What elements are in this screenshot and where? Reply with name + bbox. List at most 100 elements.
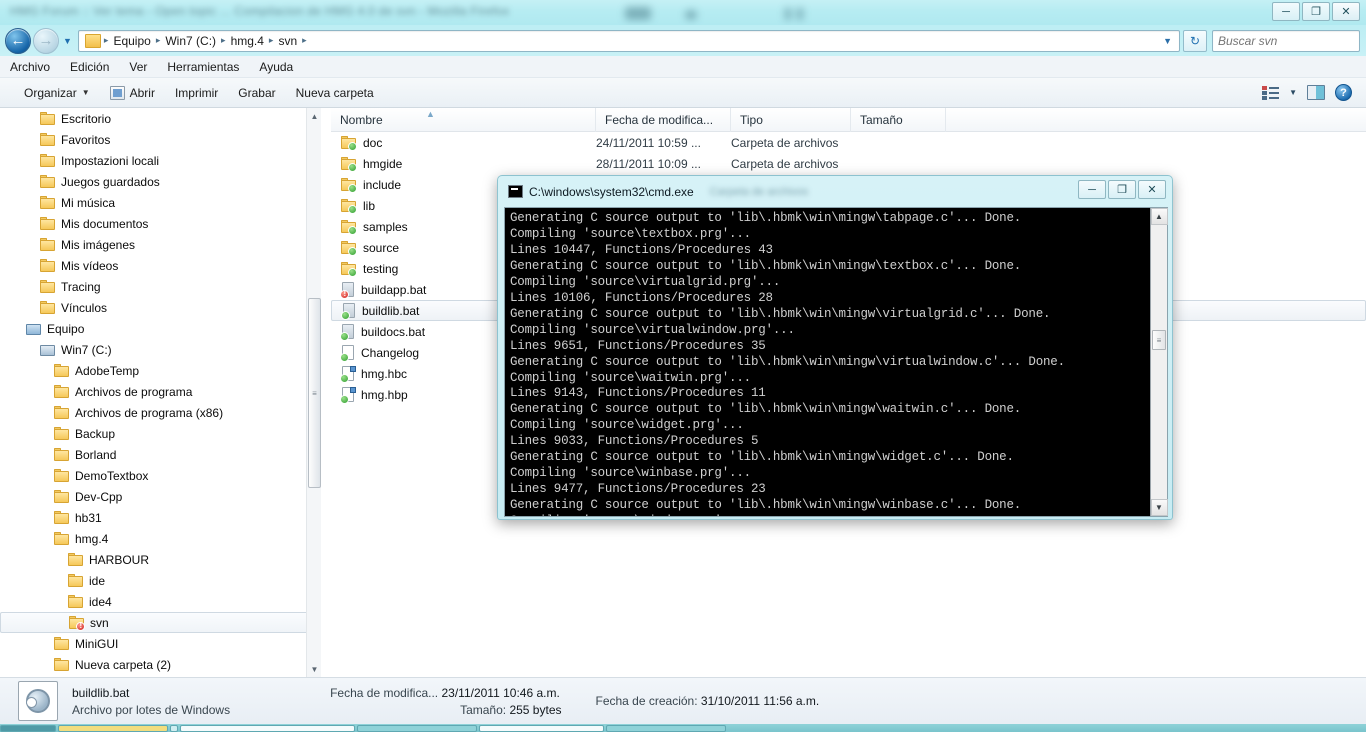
drive-icon [40, 343, 56, 357]
new-folder-button[interactable]: Nueva carpeta [286, 82, 384, 104]
breadcrumb-equipo[interactable]: Equipo [109, 32, 154, 50]
refresh-button[interactable]: ↻ [1183, 29, 1207, 52]
taskbar-item[interactable] [58, 725, 168, 732]
sidebar-item-ide4[interactable]: ide4 [0, 591, 320, 612]
sidebar-item-minigui[interactable]: MiniGUI [0, 633, 320, 654]
address-bar[interactable]: ▸ Equipo ▸ Win7 (C:) ▸ hmg.4 ▸ svn ▸ ▼ [77, 29, 1180, 52]
menu-item-edicion[interactable]: Edición [70, 60, 109, 74]
search-input[interactable] [1218, 33, 1366, 48]
details-modified-row: Fecha de modifica... 23/11/2011 10:46 a.… [330, 686, 561, 700]
sidebar-item-archivos-de-programa-x86[interactable]: Archivos de programa (x86) [0, 402, 320, 423]
navigation-scrollbar[interactable]: ▲ ≡ ▼ [306, 108, 322, 677]
sidebar-item-equipo[interactable]: Equipo [0, 318, 320, 339]
menu-item-archivo[interactable]: Archivo [10, 60, 50, 74]
breadcrumb-hmg4[interactable]: hmg.4 [227, 32, 268, 50]
scroll-down-arrow[interactable]: ▼ [307, 661, 322, 677]
sidebar-item-hb31[interactable]: hb31 [0, 507, 320, 528]
sidebar-item-harbour[interactable]: HARBOUR [0, 549, 320, 570]
file-name-label: source [363, 240, 400, 255]
cmd-scrollbar-thumb[interactable]: ≡ [1152, 330, 1166, 350]
sidebar-item-mis-documentos[interactable]: Mis documentos [0, 213, 320, 234]
table-row[interactable]: hmgide 28/11/2011 10:09 ... Carpeta de arc… [331, 153, 1366, 174]
scroll-up-arrow[interactable]: ▲ [307, 108, 322, 124]
breadcrumb-win7[interactable]: Win7 (C:) [161, 32, 220, 50]
sidebar-item-archivos-de-programa[interactable]: Archivos de programa [0, 381, 320, 402]
column-header-tamano[interactable]: Tamaño [851, 108, 946, 132]
cmd-titlebar[interactable]: C:\windows\system32\cmd.exe Carpeta de a… [501, 179, 1169, 204]
sidebar-item-borland[interactable]: Borland [0, 444, 320, 465]
search-box[interactable]: ⌕ [1212, 29, 1366, 52]
sidebar-item-svn[interactable]: svn [0, 612, 320, 633]
details-filetype: Archivo por lotes de Windows [72, 702, 231, 717]
burn-button[interactable]: Grabar [228, 82, 285, 104]
sidebar-item-demotextbox[interactable]: DemoTextbox [0, 465, 320, 486]
sidebar-item-mis-v-deos[interactable]: Mis vídeos [0, 255, 320, 276]
forward-button[interactable]: → [33, 27, 59, 54]
folder-icon [341, 156, 357, 172]
sidebar-item-win7-c[interactable]: Win7 (C:) [0, 339, 320, 360]
pane-splitter[interactable] [321, 108, 331, 677]
taskbar-item[interactable] [479, 725, 604, 732]
menu-item-ayuda[interactable]: Ayuda [259, 60, 293, 74]
taskbar-item[interactable] [0, 725, 56, 732]
chevron-down-icon[interactable]: ▼ [1163, 36, 1176, 46]
taskbar-item[interactable] [606, 725, 726, 732]
sidebar-item-escritorio[interactable]: Escritorio [0, 108, 320, 129]
sidebar-item-dev-cpp[interactable]: Dev-Cpp [0, 486, 320, 507]
sidebar-item-v-nculos[interactable]: Vínculos [0, 297, 320, 318]
maximize-button[interactable]: ❐ [1302, 2, 1330, 21]
details-size-label: Tamaño: [460, 702, 507, 717]
sidebar-item-favoritos[interactable]: Favoritos [0, 129, 320, 150]
bat-file-icon [341, 302, 356, 320]
menu-item-herramientas[interactable]: Herramientas [167, 60, 239, 74]
folder-icon [341, 240, 357, 256]
column-header-tipo[interactable]: Tipo [731, 108, 851, 132]
sidebar-item-adobetemp[interactable]: AdobeTemp [0, 360, 320, 381]
organize-button[interactable]: Organizar ▼ [14, 82, 100, 104]
folder-icon [341, 177, 357, 193]
chevron-down-icon[interactable]: ▼ [1289, 88, 1297, 97]
history-dropdown-icon[interactable]: ▼ [63, 36, 72, 46]
sidebar-item-hmg-4[interactable]: hmg.4 [0, 528, 320, 549]
table-row[interactable]: doc 24/11/2011 10:59 ... Carpeta de archiv… [331, 132, 1366, 153]
sidebar-item-backup[interactable]: Backup [0, 423, 320, 444]
close-button[interactable]: ✕ [1332, 2, 1360, 21]
cmd-scroll-up-arrow[interactable]: ▲ [1150, 208, 1168, 225]
blurred-titlebar-decoration [565, 7, 925, 21]
details-created-group: Fecha de creación: 31/10/2011 11:56 a.m. [596, 694, 820, 708]
explorer-window: HMG Forum :: Ver tema - Open topic ... C… [0, 0, 1366, 732]
minimize-button[interactable]: ─ [1272, 2, 1300, 21]
taskbar-item[interactable] [357, 725, 477, 732]
view-layout-icon[interactable] [1262, 85, 1280, 100]
cmd-close-button[interactable]: ✕ [1138, 180, 1166, 199]
taskbar-item[interactable] [170, 725, 178, 732]
menu-item-ver[interactable]: Ver [129, 60, 147, 74]
taskbar-item[interactable] [180, 725, 355, 732]
sidebar-item-label: ide4 [89, 594, 112, 609]
sidebar-item-impostazioni-locali[interactable]: Impostazioni locali [0, 150, 320, 171]
sidebar-item-mi-m-sica[interactable]: Mi música [0, 192, 320, 213]
sidebar-item-mis-im-genes[interactable]: Mis imágenes [0, 234, 320, 255]
file-name-label: buildlib.bat [362, 303, 420, 318]
sidebar-item-nueva-carpeta-2[interactable]: Nueva carpeta (2) [0, 654, 320, 675]
preview-pane-icon[interactable] [1307, 85, 1325, 100]
cmd-minimize-button[interactable]: ─ [1078, 180, 1106, 199]
folder-icon [54, 636, 70, 651]
sidebar-item-tracing[interactable]: Tracing [0, 276, 320, 297]
column-header-fecha[interactable]: Fecha de modifica... [596, 108, 731, 132]
column-header-nombre[interactable]: Nombre [331, 108, 596, 132]
cmd-maximize-button[interactable]: ❐ [1108, 180, 1136, 199]
print-button[interactable]: Imprimir [165, 82, 228, 104]
sidebar-item-ide[interactable]: ide [0, 570, 320, 591]
breadcrumb-svn[interactable]: svn [274, 32, 301, 50]
back-button[interactable]: ← [5, 27, 31, 54]
cmd-scrollbar[interactable]: ▲ ≡ ▼ [1150, 208, 1168, 516]
scrollbar-thumb[interactable]: ≡ [308, 298, 321, 488]
open-button[interactable]: Abrir [100, 82, 165, 104]
cmd-scroll-down-arrow[interactable]: ▼ [1150, 499, 1168, 516]
folder-icon [54, 447, 70, 462]
sidebar-item-juegos-guardados[interactable]: Juegos guardados [0, 171, 320, 192]
cmd-window[interactable]: C:\windows\system32\cmd.exe Carpeta de a… [497, 175, 1173, 520]
file-name-label: hmg.hbc [361, 366, 408, 381]
help-icon[interactable]: ? [1335, 84, 1352, 101]
